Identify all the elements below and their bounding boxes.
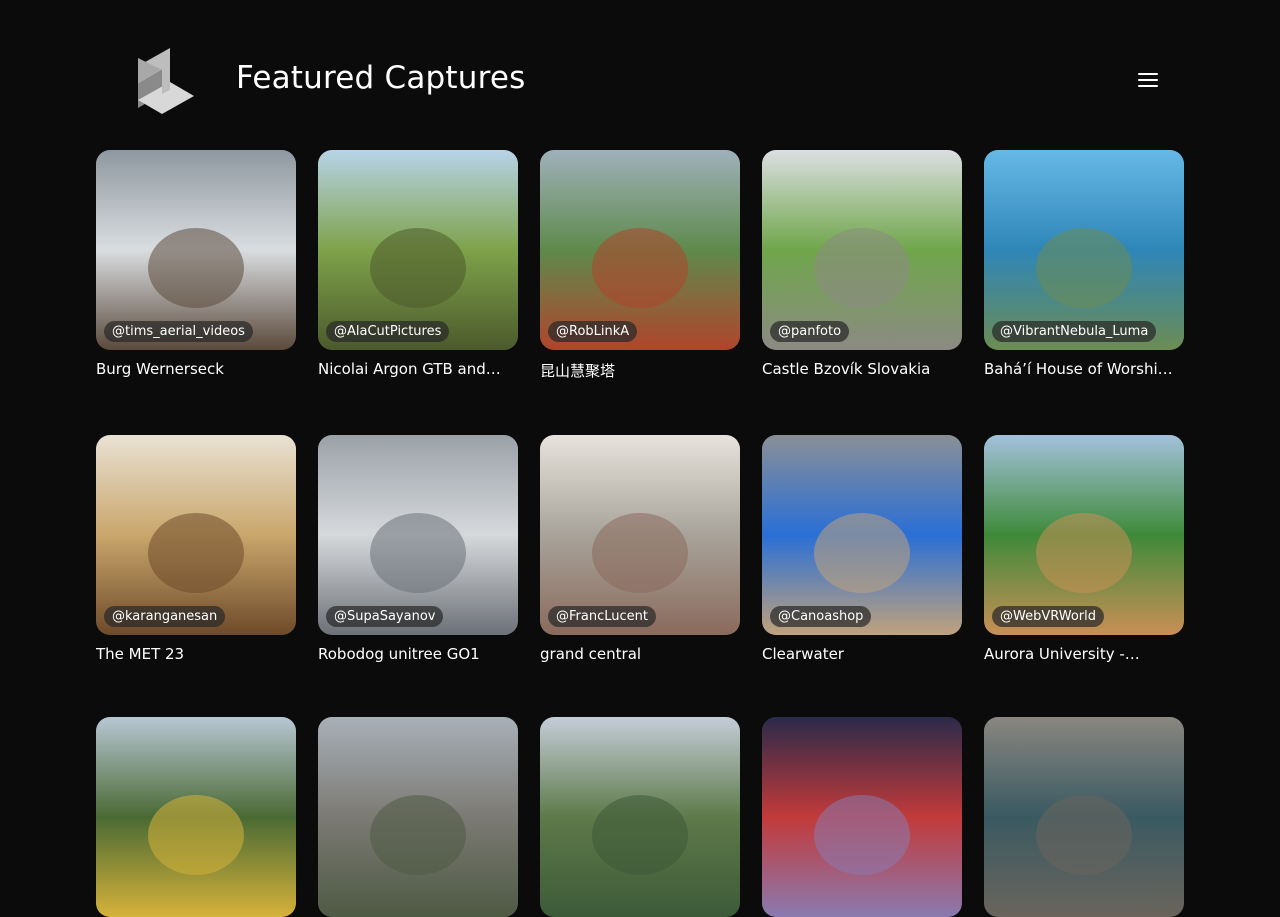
capture-thumbnail[interactable]: @panfoto: [762, 150, 962, 350]
capture-thumbnail[interactable]: @RobLinkA: [540, 150, 740, 350]
capture-thumbnail[interactable]: [318, 717, 518, 917]
capture-card[interactable]: [762, 717, 962, 917]
capture-title[interactable]: Robodog unitree GO1: [318, 645, 508, 663]
capture-thumbnail[interactable]: @AlaCutPictures: [318, 150, 518, 350]
capture-author-handle[interactable]: @tims_aerial_videos: [104, 321, 253, 342]
capture-card[interactable]: @AlaCutPictures Nicolai Argon GTB and…: [318, 150, 518, 381]
capture-card[interactable]: @FrancLucent grand central: [540, 435, 740, 663]
capture-card[interactable]: @VibrantNebula_Luma Bahá’í House of Worsh…: [984, 150, 1184, 381]
capture-card[interactable]: @RobLinkA 昆山慧聚塔: [540, 150, 740, 381]
capture-image: [984, 717, 1184, 917]
capture-image: [318, 150, 518, 350]
capture-author-handle[interactable]: @FrancLucent: [548, 606, 656, 627]
capture-thumbnail[interactable]: [96, 717, 296, 917]
capture-card[interactable]: [318, 717, 518, 917]
capture-image: [540, 150, 740, 350]
capture-card[interactable]: @SupaSayanov Robodog unitree GO1: [318, 435, 518, 663]
capture-card[interactable]: [984, 717, 1184, 917]
capture-image: [96, 717, 296, 917]
capture-image: [762, 717, 962, 917]
capture-thumbnail[interactable]: [540, 717, 740, 917]
capture-image: [96, 150, 296, 350]
capture-author-handle[interactable]: @RobLinkA: [548, 321, 638, 342]
capture-thumbnail[interactable]: @VibrantNebula_Luma: [984, 150, 1184, 350]
capture-card[interactable]: [96, 717, 296, 917]
capture-card[interactable]: [540, 717, 740, 917]
capture-title[interactable]: Nicolai Argon GTB and…: [318, 360, 508, 378]
capture-image: [318, 435, 518, 635]
capture-thumbnail[interactable]: [984, 717, 1184, 917]
capture-card[interactable]: @karanganesan The MET 23: [96, 435, 296, 663]
capture-author-handle[interactable]: @Canoashop: [770, 606, 872, 627]
page-header: Featured Captures: [0, 0, 1280, 150]
capture-thumbnail[interactable]: @FrancLucent: [540, 435, 740, 635]
page-title: Featured Captures: [236, 60, 526, 96]
capture-author-handle[interactable]: @AlaCutPictures: [326, 321, 450, 342]
capture-card[interactable]: @WebVRWorld Aurora University -…: [984, 435, 1184, 663]
capture-image: [318, 717, 518, 917]
capture-thumbnail[interactable]: @karanganesan: [96, 435, 296, 635]
capture-author-handle[interactable]: @karanganesan: [104, 606, 226, 627]
capture-card[interactable]: @panfoto Castle Bzovík Slovakia: [762, 150, 962, 381]
capture-title[interactable]: Burg Wernerseck: [96, 360, 286, 378]
capture-title[interactable]: The MET 23: [96, 645, 286, 663]
capture-author-handle[interactable]: @SupaSayanov: [326, 606, 444, 627]
capture-author-handle[interactable]: @panfoto: [770, 321, 850, 342]
capture-author-handle[interactable]: @WebVRWorld: [992, 606, 1104, 627]
capture-card[interactable]: @Canoashop Clearwater: [762, 435, 962, 663]
capture-image: [96, 435, 296, 635]
capture-image: [762, 150, 962, 350]
captures-grid: @tims_aerial_videos Burg Wernerseck @AlaCu…: [96, 150, 1184, 917]
capture-image: [540, 435, 740, 635]
capture-title[interactable]: Bahá’í House of Worship…: [984, 360, 1174, 378]
capture-thumbnail[interactable]: @tims_aerial_videos: [96, 150, 296, 350]
capture-thumbnail[interactable]: @Canoashop: [762, 435, 962, 635]
capture-thumbnail[interactable]: [762, 717, 962, 917]
capture-thumbnail[interactable]: @SupaSayanov: [318, 435, 518, 635]
capture-image: [984, 435, 1184, 635]
capture-title[interactable]: Clearwater: [762, 645, 952, 663]
cube-logo-icon[interactable]: [136, 46, 196, 114]
capture-image: [540, 717, 740, 917]
hamburger-menu-icon[interactable]: [1132, 66, 1164, 94]
capture-title[interactable]: 昆山慧聚塔: [540, 360, 730, 381]
capture-thumbnail[interactable]: @WebVRWorld: [984, 435, 1184, 635]
capture-card[interactable]: @tims_aerial_videos Burg Wernerseck: [96, 150, 296, 381]
capture-title[interactable]: Aurora University -…: [984, 645, 1174, 663]
capture-title[interactable]: grand central: [540, 645, 730, 663]
capture-author-handle[interactable]: @VibrantNebula_Luma: [992, 321, 1157, 342]
capture-image: [984, 150, 1184, 350]
capture-title[interactable]: Castle Bzovík Slovakia: [762, 360, 952, 378]
capture-image: [762, 435, 962, 635]
